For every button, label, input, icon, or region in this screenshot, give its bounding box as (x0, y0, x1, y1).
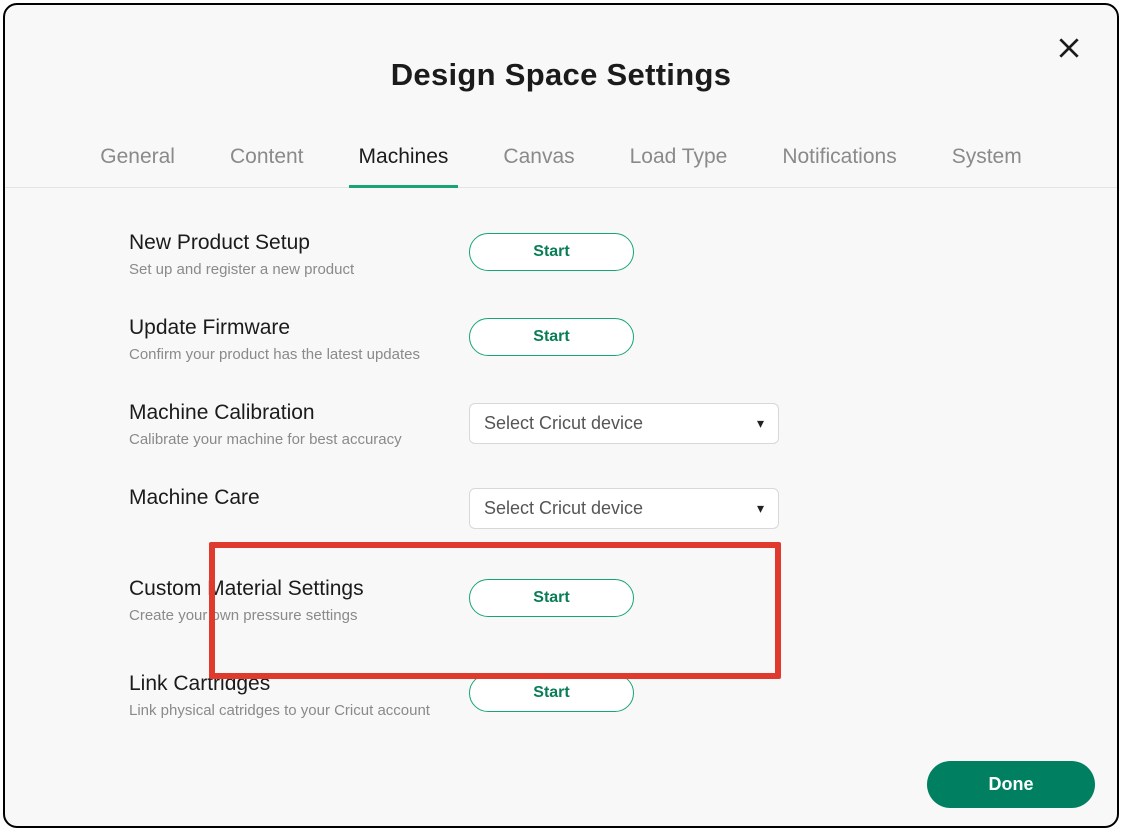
tab-content[interactable]: Content (230, 145, 304, 187)
chevron-down-icon: ▾ (757, 415, 764, 432)
tab-general[interactable]: General (100, 145, 175, 187)
start-firmware-button[interactable]: Start (469, 318, 634, 356)
row-new-product: New Product Setup Set up and register a … (121, 213, 1001, 298)
row-desc: Link physical catridges to your Cricut a… (129, 700, 439, 721)
start-new-product-button[interactable]: Start (469, 233, 634, 271)
row-desc: Create your own pressure settings (129, 605, 439, 626)
row-desc: Calibrate your machine for best accuracy (129, 429, 439, 450)
care-device-select[interactable]: Select Cricut device ▾ (469, 488, 779, 529)
done-button[interactable]: Done (927, 761, 1095, 808)
row-title: Machine Care (129, 486, 439, 510)
row-title: Update Firmware (129, 316, 439, 340)
row-desc: Confirm your product has the latest upda… (129, 344, 439, 365)
row-desc: Set up and register a new product (129, 259, 439, 280)
row-title: Link Cartridges (129, 672, 439, 696)
select-value: Select Cricut device (484, 413, 643, 434)
page-title: Design Space Settings (5, 57, 1117, 93)
tabs-bar: General Content Machines Canvas Load Typ… (5, 145, 1117, 188)
start-custom-material-button[interactable]: Start (469, 579, 634, 617)
tab-loadtype[interactable]: Load Type (630, 145, 728, 187)
row-title: Machine Calibration (129, 401, 439, 425)
row-link-cartridges: Link Cartridges Link physical catridges … (121, 654, 1001, 739)
chevron-down-icon: ▾ (757, 500, 764, 517)
settings-content: New Product Setup Set up and register a … (121, 188, 1001, 739)
calibration-device-select[interactable]: Select Cricut device ▾ (469, 403, 779, 444)
row-firmware: Update Firmware Confirm your product has… (121, 298, 1001, 383)
tab-machines[interactable]: Machines (359, 145, 449, 187)
select-value: Select Cricut device (484, 498, 643, 519)
close-icon (1056, 35, 1082, 61)
tab-system[interactable]: System (952, 145, 1022, 187)
close-button[interactable] (1056, 35, 1082, 61)
row-title: Custom Material Settings (129, 577, 439, 601)
row-custom-material: Custom Material Settings Create your own… (121, 537, 1001, 654)
row-calibration: Machine Calibration Calibrate your machi… (121, 383, 1001, 468)
tab-canvas[interactable]: Canvas (503, 145, 574, 187)
row-title: New Product Setup (129, 231, 439, 255)
row-machine-care: Machine Care Select Cricut device ▾ (121, 468, 1001, 537)
start-link-cartridges-button[interactable]: Start (469, 674, 634, 712)
tab-notifications[interactable]: Notifications (782, 145, 896, 187)
settings-modal: Design Space Settings General Content Ma… (3, 3, 1119, 828)
